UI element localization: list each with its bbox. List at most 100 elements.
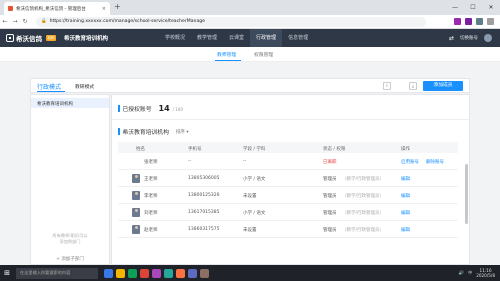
cell-phone: -- [188,159,192,164]
action-link[interactable]: 启用账号 [401,159,419,165]
cell-role: （教学/行政管理员） [342,211,385,216]
subnav-teacher-manage[interactable]: 教师管理 [217,51,236,58]
cell-subject: -- [243,159,247,164]
app-header: 希沃信鸽 机构 希沃教育培训机构 学校概况 教学管理 云课堂 行政管理 信息管理… [0,29,500,47]
logo-text: 希沃信鸽 [16,35,42,43]
back-arrow-icon[interactable]: ← [0,18,10,25]
app-logo[interactable]: 希沃信鸽 机构 [6,33,56,43]
browser-tab[interactable]: 希沃信鸽机构_希沃信鸽 - 管理后台 × [4,2,110,15]
cell-phone: 13805306005 [188,176,220,181]
nav-item-info[interactable]: 信息管理 [282,29,314,47]
profile-icon[interactable] [476,18,483,25]
table-row: 李老师 13800125326 未设置 管理员 （教学/行政管理员） 编辑 [118,187,458,204]
switch-account-label[interactable]: 切换账号 [460,35,478,41]
cell-status: 管理员 [323,228,337,233]
scrollbar-thumb[interactable] [465,164,468,224]
maximize-button[interactable]: ☐ [464,0,482,15]
nav-item-cloud-class[interactable]: 云课堂 [223,29,250,47]
stat-value: 14 [158,104,170,113]
extension-icon[interactable] [454,18,461,25]
nav-item-admin[interactable]: 行政管理 [250,29,283,47]
cell-role: （教学/行政管理员） [342,194,385,199]
action-link[interactable]: 编辑 [401,176,410,182]
main-nav: 学校概况 教学管理 云课堂 行政管理 信息管理 [159,29,314,47]
table-row: 刘老师 13617015385 小学 / 语文 管理员 （教学/行政管理员） 编辑 [118,204,458,221]
taskbar-apps [104,268,209,278]
close-window-button[interactable]: ✕ [482,0,500,15]
section-title: 希沃教育培训机构 排序 ▾ [118,127,189,136]
menu-icon[interactable] [487,18,494,25]
forward-arrow-icon[interactable]: → [10,18,20,25]
subnav-permission-manage[interactable]: 权限管理 [254,51,273,58]
taskbar-app-icon[interactable] [104,268,113,278]
taskbar-app-icon[interactable] [188,268,197,278]
taskbar-app-icon[interactable] [140,268,149,278]
cell-role: （教学/行政管理员） [342,228,385,233]
tab-research-mode[interactable]: 教研模式 [75,83,94,90]
taskbar-app-icon[interactable] [152,268,161,278]
empty-hint: 所有教师/职员可以 添加到部门 [31,233,109,245]
download-icon[interactable]: ⤓ [409,82,417,90]
cell-subject: 未设置 [243,228,257,233]
ime-indicator[interactable]: 中 [468,270,472,276]
new-tab-button[interactable]: + [114,3,121,11]
os-taskbar: ⊞ 在这里输入你要搜索的内容 🔊 中 11:16 2020/5/8 [0,265,500,281]
department-item-root[interactable]: 希沃教育培训机构 [31,98,109,108]
cell-status: 管理员 [323,194,337,199]
column-header-name: 姓名 [136,146,145,152]
teacher-avatar [132,225,140,234]
mode-toolbar: 行政模式 教研模式 ⌕ ⤓ 添加成员 [30,78,470,93]
action-link-delete[interactable]: 删除账号 [426,159,444,165]
volume-icon[interactable]: 🔊 [459,270,464,276]
logo-badge: 机构 [46,35,56,41]
column-header-subject: 学段 / 学科 [243,146,266,152]
add-subdepartment-button[interactable]: + 添加子部门 [31,256,109,262]
tab-close-icon[interactable]: × [102,6,106,12]
switch-account-icon[interactable]: ⇄ [449,35,454,42]
minimize-button[interactable]: — [446,0,464,15]
taskbar-app-icon[interactable] [164,268,173,278]
cell-subject: 小学 / 语文 [243,211,266,216]
authorized-stat: 已授权账号 14 / 100 [118,104,183,113]
cell-role: （教学/行政管理员） [342,177,385,182]
taskbar-search[interactable]: 在这里输入你要搜索的内容 [16,267,98,279]
section-bar [118,128,120,135]
cell-name: 张老师 [144,160,158,165]
cell-phone: 13800125326 [188,193,220,198]
clock-date: 2020/5/8 [476,273,495,278]
user-avatar[interactable] [484,34,492,42]
taskbar-app-icon[interactable] [128,268,137,278]
reload-icon[interactable]: ↻ [20,18,30,25]
site-favicon-icon [8,6,13,11]
table-row: 王老师 13805306005 小学 / 语文 管理员 （教学/行政管理员） 编辑 [118,170,458,187]
window-controls: — ☐ ✕ [446,0,500,15]
stat-label: 已授权账号 [122,107,152,113]
nav-item-overview[interactable]: 学校概况 [159,29,191,47]
action-link[interactable]: 编辑 [401,210,410,216]
cell-name: 李老师 [144,194,158,199]
user-area: ⇄ 切换账号 [449,29,492,47]
sort-dropdown[interactable]: 排序 ▾ [176,129,189,135]
add-member-button[interactable]: 添加成员 [423,81,463,91]
start-icon[interactable]: ⊞ [0,265,14,281]
column-header-action: 操作 [401,146,410,152]
extension-icon[interactable] [465,18,472,25]
nav-item-teaching[interactable]: 教学管理 [191,29,223,47]
taskbar-app-icon[interactable] [200,268,209,278]
clock[interactable]: 11:16 2020/5/8 [476,268,495,278]
cell-subject: 小学 / 语文 [243,177,266,182]
section-bar [118,105,120,112]
cell-name: 刘老师 [144,211,158,216]
action-link[interactable]: 编辑 [401,193,410,199]
cell-status: 管理员 [323,211,337,216]
browser-tab-bar: 希沃信鸽机构_希沃信鸽 - 管理后台 × + — ☐ ✕ [0,0,500,15]
taskbar-app-icon[interactable] [176,268,185,278]
taskbar-app-icon[interactable] [116,268,125,278]
url-field[interactable]: 🔒 https://training.xxxxxx.com/manage/sch… [36,16,426,27]
cell-subject: 未设置 [243,194,257,199]
teacher-avatar [132,191,140,200]
tab-admin-mode[interactable]: 行政模式 [37,82,61,91]
search-icon[interactable]: ⌕ [383,82,391,90]
stat-total: / 100 [172,107,183,112]
action-link[interactable]: 编辑 [401,227,410,233]
